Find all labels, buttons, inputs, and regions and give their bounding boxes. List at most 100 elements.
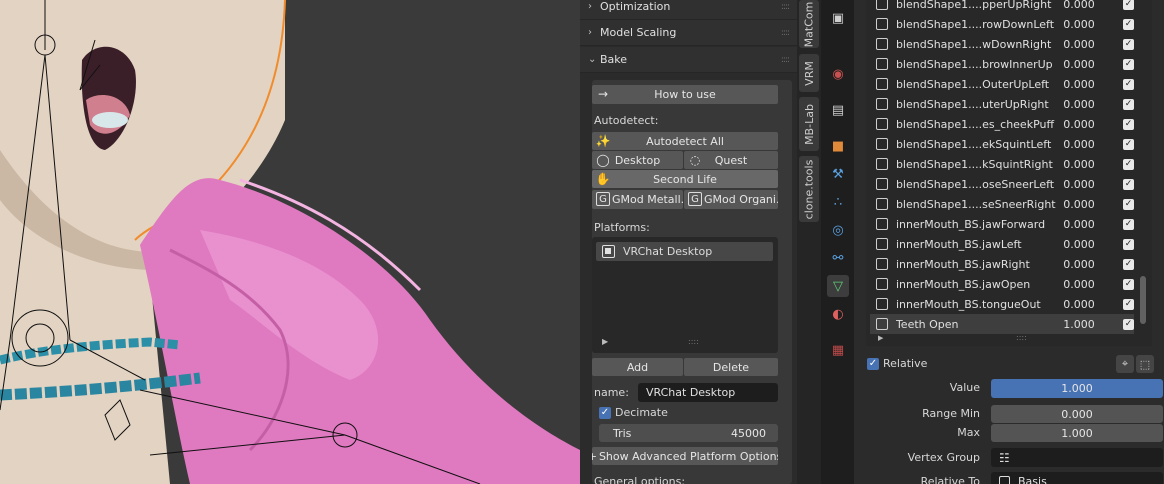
shape-key-row[interactable]: innerMouth_BS.jawForward 0.000 ✓: [870, 214, 1134, 234]
constraints-icon[interactable]: ⚯: [827, 247, 849, 269]
world-icon[interactable]: ◉: [827, 63, 849, 85]
gmod-metallic-button[interactable]: G GMod Metall...: [592, 190, 683, 209]
object-data-icon[interactable]: ▽: [827, 275, 849, 297]
texture-icon[interactable]: ▦: [827, 339, 849, 361]
shape-key-mute-checkbox[interactable]: ✓: [1123, 178, 1134, 190]
platforms-list[interactable]: VRChat Desktop ▶ ::::: [592, 237, 778, 353]
modifier-icon[interactable]: ⚒: [827, 163, 849, 185]
shape-key-value[interactable]: 0.000: [1063, 58, 1123, 71]
shape-key-value[interactable]: 0.000: [1063, 0, 1123, 11]
expand-triangle-icon[interactable]: ▶: [878, 334, 883, 342]
quest-button[interactable]: ◌ Quest: [684, 151, 778, 169]
shape-key-row[interactable]: blendShape1....OuterUpLeft 0.000 ✓: [870, 74, 1134, 94]
max-field[interactable]: 1.000: [991, 424, 1163, 442]
tris-field[interactable]: Tris 45000: [599, 424, 778, 442]
shape-key-row[interactable]: innerMouth_BS.jawOpen 0.000 ✓: [870, 274, 1134, 294]
tab-matcom[interactable]: MatCom: [799, 0, 819, 48]
shape-key-mute-checkbox[interactable]: ✓: [1123, 18, 1134, 30]
tab-vrm[interactable]: VRM: [799, 54, 819, 92]
shape-key-value[interactable]: 0.000: [1063, 118, 1123, 131]
gmod-organic-button[interactable]: G GMod Organi...: [684, 190, 778, 209]
shape-key-value[interactable]: 0.000: [1063, 238, 1123, 251]
shape-key-mute-checkbox[interactable]: ✓: [1123, 298, 1134, 310]
shape-key-value[interactable]: 1.000: [1063, 318, 1123, 331]
shape-key-row[interactable]: blendShape1....uterUpRight 0.000 ✓: [870, 94, 1134, 114]
shape-key-mute-checkbox[interactable]: ✓: [1123, 118, 1134, 130]
shape-key-value[interactable]: 0.000: [1063, 18, 1123, 31]
platform-name-field[interactable]: VRChat Desktop: [638, 383, 778, 402]
shape-key-row[interactable]: blendShape1....seSneerRight 0.000 ✓: [870, 194, 1134, 214]
decimate-checkbox[interactable]: ✓: [599, 407, 611, 419]
tab-clone-tools[interactable]: clone.tools: [799, 156, 819, 222]
shape-key-value[interactable]: 0.000: [1063, 78, 1123, 91]
shape-key-row[interactable]: blendShape1....es_cheekPuff 0.000 ✓: [870, 114, 1134, 134]
view-layer-icon[interactable]: ▣: [827, 7, 849, 29]
list-resize-grip-icon[interactable]: ::::: [1016, 333, 1027, 342]
shape-key-value[interactable]: 0.000: [1063, 218, 1123, 231]
collection-icon[interactable]: ▤: [827, 99, 849, 121]
particles-icon[interactable]: ∴: [827, 191, 849, 213]
shape-key-mute-checkbox[interactable]: ✓: [1123, 38, 1134, 50]
shape-key-mute-checkbox[interactable]: ✓: [1123, 318, 1134, 330]
relative-checkbox[interactable]: ✓: [867, 358, 879, 370]
shape-key-row[interactable]: blendShape1....oseSneerLeft 0.000 ✓: [870, 174, 1134, 194]
autodetect-all-button[interactable]: ✨ Autodetect All: [592, 132, 778, 150]
shape-keys-list[interactable]: blendShape1....pperUpRight 0.000 ✓ blendSha…: [866, 0, 1152, 346]
shape-key-value[interactable]: 0.000: [1063, 38, 1123, 51]
shape-key-value[interactable]: 0.000: [1063, 178, 1123, 191]
desktop-button[interactable]: ◯ Desktop: [592, 151, 683, 169]
shape-key-row[interactable]: innerMouth_BS.tongueOut 0.000 ✓: [870, 294, 1134, 314]
section-bake[interactable]: ⌄ Bake ::::: [580, 47, 797, 73]
shape-key-mute-checkbox[interactable]: ✓: [1123, 258, 1134, 270]
shape-key-value[interactable]: 0.000: [1063, 278, 1123, 291]
drag-grip-icon[interactable]: ::::: [781, 55, 790, 65]
shape-key-row[interactable]: innerMouth_BS.jawRight 0.000 ✓: [870, 254, 1134, 274]
delete-platform-button[interactable]: Delete: [684, 358, 778, 376]
how-to-use-button[interactable]: → How to use: [592, 85, 778, 104]
pin-icon[interactable]: ⌖: [1116, 355, 1134, 373]
list-scrollbar[interactable]: [1140, 276, 1146, 324]
shape-key-mute-checkbox[interactable]: ✓: [1123, 158, 1134, 170]
add-platform-button[interactable]: Add: [592, 358, 683, 376]
value-slider[interactable]: 1.000: [991, 379, 1163, 398]
shape-key-mute-checkbox[interactable]: ✓: [1123, 78, 1134, 90]
drag-grip-icon[interactable]: ::::: [781, 2, 790, 12]
platform-item[interactable]: VRChat Desktop: [596, 242, 773, 261]
relative-to-field[interactable]: Basis: [991, 472, 1163, 484]
range-min-field[interactable]: 0.000: [991, 405, 1163, 423]
shape-key-mute-checkbox[interactable]: ✓: [1123, 198, 1134, 210]
edit-mode-icon[interactable]: ⬚: [1136, 355, 1154, 373]
shape-key-row[interactable]: blendShape1....kSquintRight 0.000 ✓: [870, 154, 1134, 174]
material-icon[interactable]: ◐: [827, 303, 849, 325]
physics-icon[interactable]: ◎: [827, 219, 849, 241]
section-model-scaling[interactable]: › Model Scaling ::::: [580, 20, 797, 46]
shape-key-row[interactable]: Teeth Open 1.000 ✓: [870, 314, 1134, 334]
show-advanced-button[interactable]: + Show Advanced Platform Options: [592, 447, 778, 465]
shape-key-mute-checkbox[interactable]: ✓: [1123, 218, 1134, 230]
shape-key-value[interactable]: 0.000: [1063, 138, 1123, 151]
3d-viewport[interactable]: [0, 0, 580, 484]
vertex-group-field[interactable]: ☷: [991, 448, 1163, 467]
shape-key-row[interactable]: blendShape1....browInnerUp 0.000 ✓: [870, 54, 1134, 74]
list-resize-grip-icon[interactable]: ::::: [688, 337, 699, 346]
shape-key-mute-checkbox[interactable]: ✓: [1123, 138, 1134, 150]
shape-key-row[interactable]: blendShape1....pperUpRight 0.000 ✓: [870, 0, 1134, 14]
shape-key-value[interactable]: 0.000: [1063, 98, 1123, 111]
second-life-button[interactable]: ✋ Second Life: [592, 170, 778, 188]
expand-triangle-icon[interactable]: ▶: [602, 337, 608, 346]
shape-key-row[interactable]: blendShape1....ekSquintLeft 0.000 ✓: [870, 134, 1134, 154]
shape-key-value[interactable]: 0.000: [1063, 298, 1123, 311]
shape-key-row[interactable]: blendShape1....rowDownLeft 0.000 ✓: [870, 14, 1134, 34]
tab-mb-lab[interactable]: MB-Lab: [799, 97, 819, 151]
shape-key-value[interactable]: 0.000: [1063, 158, 1123, 171]
shape-key-mute-checkbox[interactable]: ✓: [1123, 0, 1134, 10]
shape-key-mute-checkbox[interactable]: ✓: [1123, 98, 1134, 110]
object-icon[interactable]: ■: [827, 135, 849, 157]
drag-grip-icon[interactable]: ::::: [781, 28, 790, 38]
section-optimization[interactable]: › Optimization ::::: [580, 0, 797, 20]
shape-key-row[interactable]: innerMouth_BS.jawLeft 0.000 ✓: [870, 234, 1134, 254]
shape-key-value[interactable]: 0.000: [1063, 258, 1123, 271]
shape-key-mute-checkbox[interactable]: ✓: [1123, 238, 1134, 250]
shape-key-row[interactable]: blendShape1....wDownRight 0.000 ✓: [870, 34, 1134, 54]
shape-key-mute-checkbox[interactable]: ✓: [1123, 278, 1134, 290]
